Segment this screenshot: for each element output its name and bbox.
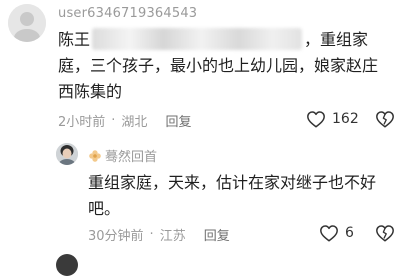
like-button[interactable]: 162	[306, 110, 359, 128]
reply-location: 江苏	[159, 229, 186, 244]
comment-text: 陈王 ，重组家庭，三个孩子，最小的也上幼儿园，娘家赵庄西陈集的	[58, 27, 388, 105]
meta-separator: ·	[149, 227, 154, 242]
comment-username[interactable]: user6346719364543	[58, 6, 197, 21]
default-avatar-icon	[8, 4, 46, 42]
reply-like-button[interactable]: 6	[319, 224, 354, 242]
reply-time: 30分钟前	[88, 229, 144, 244]
comment-time: 2小时前	[58, 115, 106, 130]
heart-outline-icon	[307, 111, 325, 128]
flower-emoji-icon	[89, 149, 101, 162]
user-photo-icon	[56, 143, 78, 165]
reply-meta: 30分钟前 · 江苏 回复	[88, 225, 230, 244]
user-avatar[interactable]	[8, 4, 46, 42]
comment-location: 湖北	[121, 115, 148, 130]
reply-username: 蓦然回首	[105, 150, 158, 165]
reply-button[interactable]: 回复	[165, 111, 191, 130]
dislike-button[interactable]	[375, 110, 395, 132]
comment-meta: 2小时前 · 湖北 回复	[58, 111, 191, 130]
like-count: 162	[332, 111, 359, 127]
next-user-avatar[interactable]	[56, 254, 78, 276]
reply-text: 重组家庭，天来，估计在家对继子也不好吧。	[88, 173, 377, 218]
reply-username-row[interactable]: 蓦然回首	[88, 146, 157, 165]
blurred-text-region	[92, 28, 303, 50]
heart-outline-icon	[320, 225, 338, 242]
reply-like-count: 6	[345, 225, 354, 241]
meta-separator: ·	[111, 113, 116, 128]
comment-text-start: 陈王	[58, 30, 91, 49]
broken-heart-icon	[376, 225, 394, 242]
reply-user-avatar[interactable]	[56, 143, 78, 165]
reply-reply-button[interactable]: 回复	[204, 225, 230, 244]
reply-dislike-button[interactable]	[375, 224, 395, 246]
broken-heart-icon	[376, 111, 394, 128]
